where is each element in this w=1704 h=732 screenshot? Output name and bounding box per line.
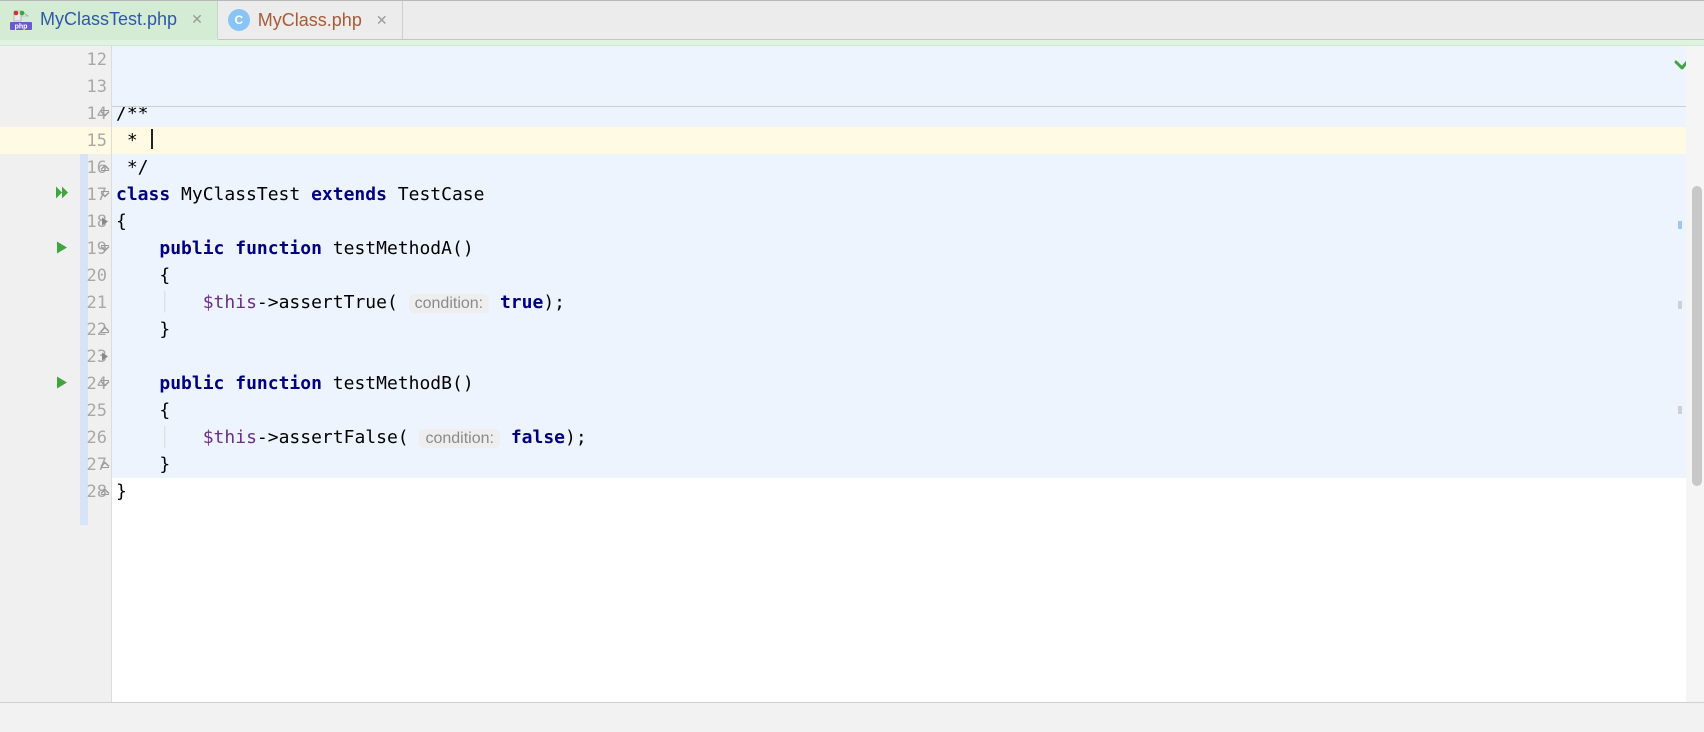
code-line: {	[112, 397, 1704, 424]
code-line: public function testMethodA()	[112, 235, 1704, 262]
line-number: 15	[71, 131, 111, 151]
minimap-marker[interactable]	[1678, 301, 1682, 309]
code-line: */	[112, 154, 1704, 181]
line-number: 20	[71, 266, 111, 286]
code-line: /**	[112, 100, 1704, 127]
run-icon[interactable]	[55, 238, 69, 259]
tab-label: MyClass.php	[258, 0, 362, 40]
tab-label: MyClassTest.php	[40, 0, 177, 39]
code-line	[112, 343, 1704, 370]
code-line	[112, 73, 1704, 100]
line-number: 13	[71, 77, 111, 97]
fold-expanded-icon[interactable]	[99, 238, 111, 259]
fold-collapsed-icon[interactable]	[99, 346, 111, 367]
editor-area: 12 13 14 15 16 17 18 19	[0, 46, 1704, 702]
line-number: 26	[71, 428, 111, 448]
tab-myclasstest[interactable]: php MyClassTest.php ✕	[0, 1, 218, 40]
fold-end-icon[interactable]	[99, 319, 111, 340]
code-line	[112, 46, 1704, 73]
run-all-icon[interactable]	[55, 184, 71, 205]
fold-expanded-icon[interactable]	[99, 373, 111, 394]
line-number: 25	[71, 401, 111, 421]
code-line: public function testMethodB()	[112, 370, 1704, 397]
code-line: {	[112, 208, 1704, 235]
class-file-icon: C	[228, 9, 250, 31]
line-number: 12	[71, 50, 111, 70]
code-line: {	[112, 262, 1704, 289]
run-icon[interactable]	[55, 373, 69, 394]
parameter-hint: condition:	[409, 294, 490, 313]
code-line: }	[112, 451, 1704, 478]
line-number: 21	[71, 293, 111, 313]
code-line: }	[112, 316, 1704, 343]
fold-end-icon[interactable]	[99, 454, 111, 475]
tab-myclass[interactable]: C MyClass.php ✕	[218, 1, 403, 39]
code-line: │ $this->assertTrue( condition: true);	[112, 289, 1704, 316]
code-line-current: *	[112, 127, 1704, 154]
close-icon[interactable]: ✕	[370, 0, 388, 40]
fold-expanded-icon[interactable]	[99, 184, 111, 205]
scrollbar-track[interactable]	[1686, 46, 1704, 702]
code-line: }	[112, 478, 1704, 505]
fold-end-icon[interactable]	[99, 157, 111, 178]
separator-line	[112, 106, 1704, 107]
scrollbar-thumb[interactable]	[1692, 186, 1702, 486]
minimap-marker[interactable]	[1678, 406, 1682, 414]
fold-end-icon[interactable]	[99, 481, 111, 502]
fold-collapsed-icon[interactable]	[99, 211, 111, 232]
status-bar	[0, 702, 1704, 732]
code-line: │ $this->assertFalse( condition: false);	[112, 424, 1704, 451]
gutter[interactable]: 12 13 14 15 16 17 18 19	[0, 46, 112, 702]
php-file-icon: php	[10, 8, 32, 30]
text-cursor	[151, 129, 153, 149]
close-icon[interactable]: ✕	[185, 0, 203, 39]
code-line: class MyClassTest extends TestCase	[112, 181, 1704, 208]
parameter-hint: condition:	[419, 429, 500, 448]
fold-expanded-icon[interactable]	[99, 103, 111, 124]
minimap-marker[interactable]	[1678, 221, 1682, 229]
svg-text:php: php	[15, 24, 28, 31]
editor-tab-bar: php MyClassTest.php ✕ C MyClass.php ✕	[0, 0, 1704, 40]
code-editor[interactable]: /** * */ class MyClassTest extends TestC…	[112, 46, 1704, 702]
